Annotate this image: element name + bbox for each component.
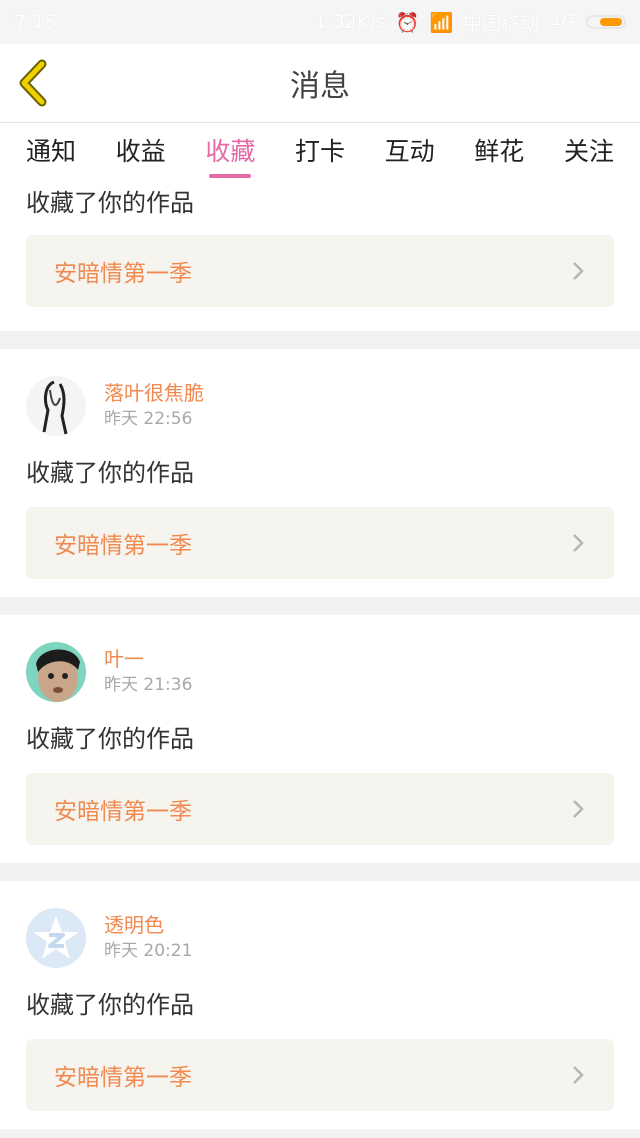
tab-bar: 通知 收益 收藏 打卡 互动 鲜花 关注 (0, 123, 640, 183)
default-star-avatar-icon (26, 908, 86, 968)
chevron-right-icon (573, 262, 584, 280)
work-link[interactable]: 安暗情第一季 (26, 507, 614, 579)
status-network: 4G (549, 11, 576, 33)
tab-follow[interactable]: 关注 (564, 132, 614, 174)
page-title: 消息 (290, 69, 350, 104)
user-row: 透明色 昨天 20:21 (26, 907, 614, 969)
work-title: 安暗情第一季 (54, 799, 192, 825)
avatar-sketch-icon (26, 376, 86, 436)
header: 消息 (0, 44, 640, 123)
user-row: 落叶很焦脆 昨天 22:56 (26, 375, 614, 437)
status-speed: 1.32K/s (314, 11, 386, 33)
alarm-icon: ⏰ (395, 11, 420, 34)
chevron-right-icon (573, 1066, 584, 1084)
work-title: 安暗情第一季 (54, 533, 192, 559)
tab-flowers[interactable]: 鲜花 (474, 132, 524, 174)
notification-card: 落叶很焦脆 昨天 22:56 收藏了你的作品 安暗情第一季 (0, 349, 640, 597)
user-name[interactable]: 叶一 (104, 646, 192, 672)
notification-message: 收藏了你的作品 (26, 189, 194, 217)
status-carrier: 中国移动 (463, 12, 540, 35)
user-name[interactable]: 透明色 (104, 912, 192, 938)
battery-icon (586, 15, 626, 29)
tab-notice[interactable]: 通知 (26, 132, 76, 174)
wifi-icon: 📶 (429, 11, 454, 34)
avatar[interactable] (26, 908, 86, 968)
tab-checkin[interactable]: 打卡 (295, 132, 345, 174)
avatar-face-icon (26, 642, 86, 702)
notification-message: 收藏了你的作品 (26, 725, 194, 753)
work-link[interactable]: 安暗情第一季 (26, 773, 614, 845)
work-link[interactable]: 安暗情第一季 (26, 1039, 614, 1111)
tab-interaction[interactable]: 互动 (385, 132, 435, 174)
notification-card: 透明色 昨天 20:21 收藏了你的作品 安暗情第一季 (0, 881, 640, 1129)
user-name[interactable]: 落叶很焦脆 (104, 380, 204, 406)
chevron-right-icon (573, 534, 584, 552)
work-title: 安暗情第一季 (54, 1065, 192, 1091)
status-bar: 7:15 1.32K/s ⏰ 📶 中国移动 4G (0, 0, 640, 44)
notification-card: 叶一 昨天 21:36 收藏了你的作品 安暗情第一季 (0, 615, 640, 863)
status-time: 7:15 (14, 11, 57, 33)
timestamp: 昨天 21:36 (104, 675, 193, 695)
timestamp: 昨天 22:56 (104, 409, 193, 429)
tab-earnings[interactable]: 收益 (116, 132, 166, 174)
notification-card: 收藏了你的作品 安暗情第一季 (0, 183, 640, 331)
back-arrow-icon[interactable] (14, 58, 54, 108)
user-row: 叶一 昨天 21:36 (26, 641, 614, 703)
notification-message: 收藏了你的作品 (26, 991, 194, 1019)
avatar[interactable] (26, 376, 86, 436)
timestamp: 昨天 20:21 (104, 941, 193, 961)
tab-favorites[interactable]: 收藏 (205, 132, 255, 178)
chevron-right-icon (573, 800, 584, 818)
work-link[interactable]: 安暗情第一季 (26, 235, 614, 307)
work-title: 安暗情第一季 (54, 261, 192, 287)
avatar[interactable] (26, 642, 86, 702)
notification-message: 收藏了你的作品 (26, 459, 194, 487)
